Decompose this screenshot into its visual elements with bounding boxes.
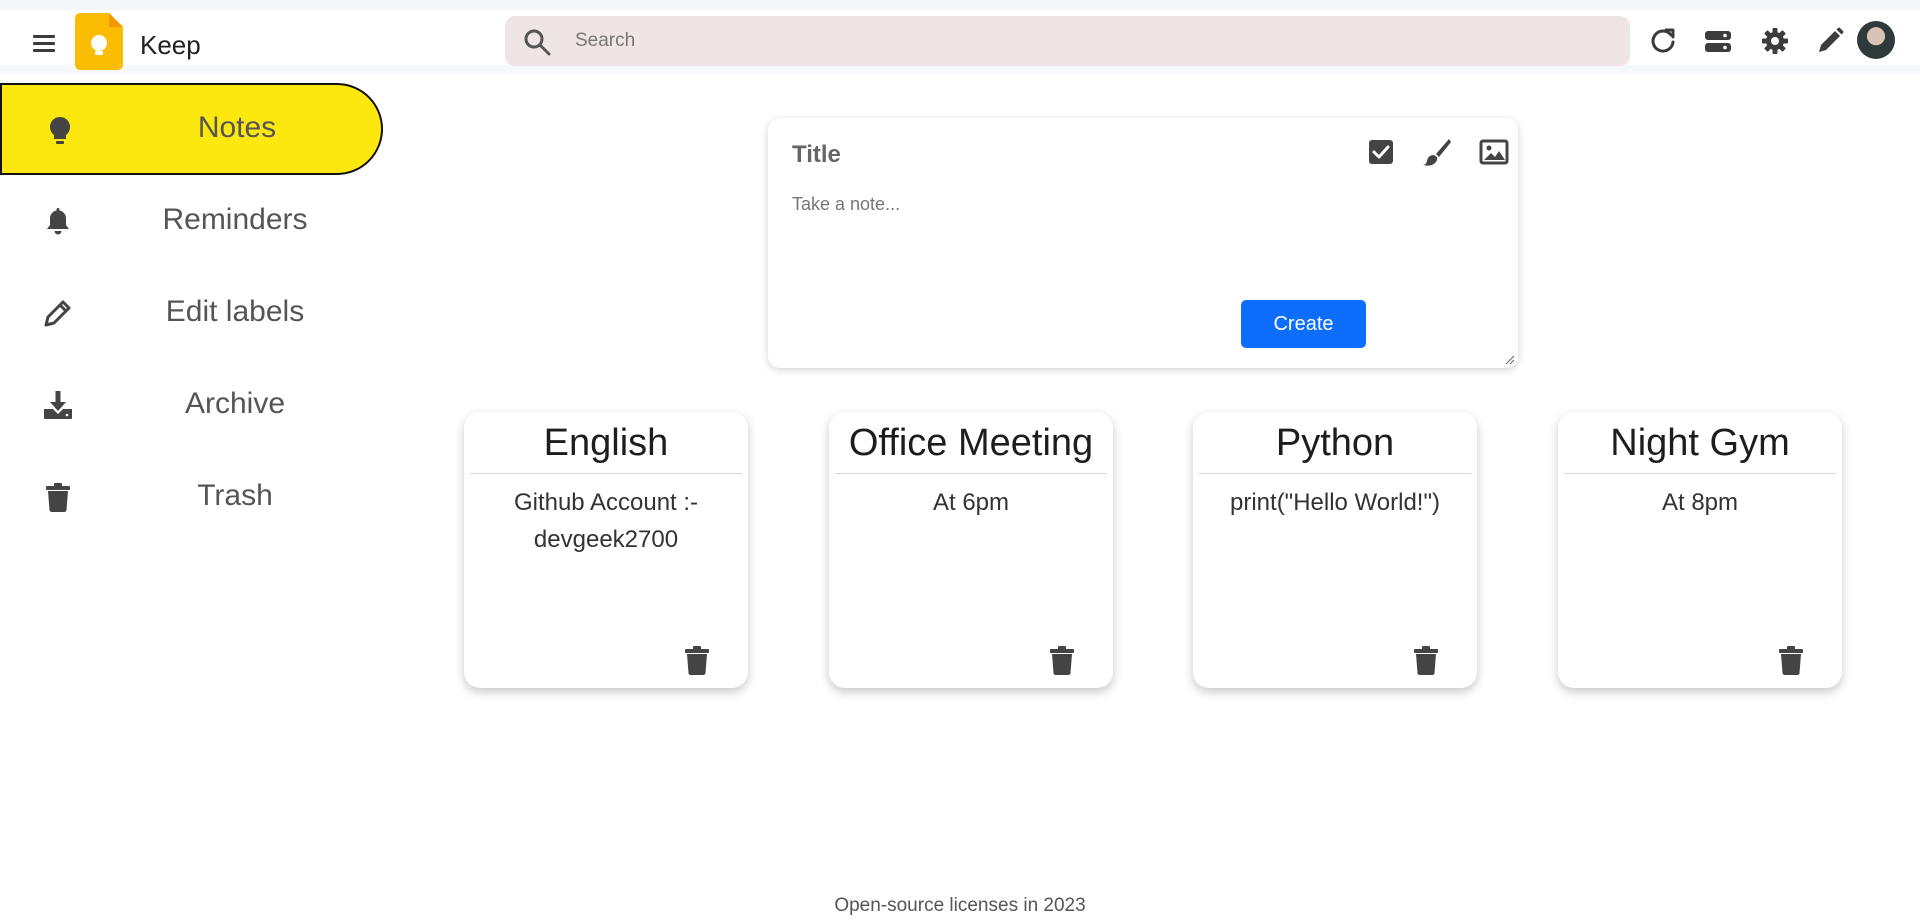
top-strip — [0, 0, 1920, 10]
sidebar-item-label: Edit labels — [165, 295, 305, 328]
sidebar-item-reminders[interactable]: Reminders — [0, 175, 385, 267]
app-title: Keep — [140, 30, 201, 60]
create-button[interactable]: Create — [1241, 300, 1366, 348]
brush-icon[interactable] — [1421, 136, 1453, 168]
avatar[interactable] — [1857, 21, 1895, 59]
sidebar-item-label: Notes — [197, 111, 277, 144]
sidebar-item-label: Trash — [197, 479, 273, 512]
note-title: Night Gym — [1564, 422, 1836, 474]
menu-icon[interactable] — [30, 32, 58, 56]
note-title-input[interactable] — [792, 136, 1332, 174]
search-icon[interactable] — [523, 28, 551, 56]
gear-icon[interactable] — [1760, 26, 1790, 56]
sidebar: Notes Reminders Edit labels Archive Tras… — [0, 83, 385, 543]
note-card[interactable]: English Github Account :- devgeek2700 — [464, 412, 748, 688]
image-icon[interactable] — [1478, 136, 1510, 168]
trash-icon[interactable] — [1776, 644, 1806, 676]
pencil-icon[interactable] — [1815, 26, 1845, 56]
refresh-icon[interactable] — [1648, 26, 1678, 56]
footer-text: Open-source licenses in 2023 — [834, 895, 1086, 916]
resize-handle[interactable] — [1505, 355, 1515, 365]
note-title: Office Meeting — [835, 422, 1107, 474]
trash-icon[interactable] — [682, 644, 712, 676]
sidebar-item-edit-labels[interactable]: Edit labels — [0, 267, 385, 359]
sidebar-item-label: Archive — [184, 387, 286, 420]
note-body: Github Account :- devgeek2700 — [513, 489, 699, 553]
trash-icon[interactable] — [1411, 644, 1441, 676]
note-title: English — [470, 422, 742, 474]
note-card[interactable]: Python print("Hello World!") — [1193, 412, 1477, 688]
note-body: At 8pm — [1661, 489, 1739, 516]
app-header: Keep — [0, 10, 1920, 74]
sidebar-item-trash[interactable]: Trash — [0, 451, 385, 543]
note-card[interactable]: Office Meeting At 6pm — [829, 412, 1113, 688]
note-title: Python — [1199, 422, 1471, 474]
note-composer: Create — [768, 118, 1518, 368]
sidebar-item-label: Reminders — [162, 203, 308, 236]
view-toggle-icon[interactable] — [1703, 26, 1733, 56]
search-input[interactable] — [575, 16, 1615, 66]
note-card[interactable]: Night Gym At 8pm — [1558, 412, 1842, 688]
trash-icon[interactable] — [1047, 644, 1077, 676]
note-body-input[interactable] — [792, 194, 1492, 284]
sidebar-item-notes[interactable]: Notes — [0, 83, 383, 175]
note-body: print("Hello World!") — [1230, 489, 1440, 516]
search-bar[interactable] — [505, 16, 1630, 66]
sidebar-item-archive[interactable]: Archive — [0, 359, 385, 451]
checkbox-icon[interactable] — [1365, 136, 1397, 168]
keep-logo — [75, 13, 123, 70]
note-body: At 6pm — [932, 489, 1010, 516]
